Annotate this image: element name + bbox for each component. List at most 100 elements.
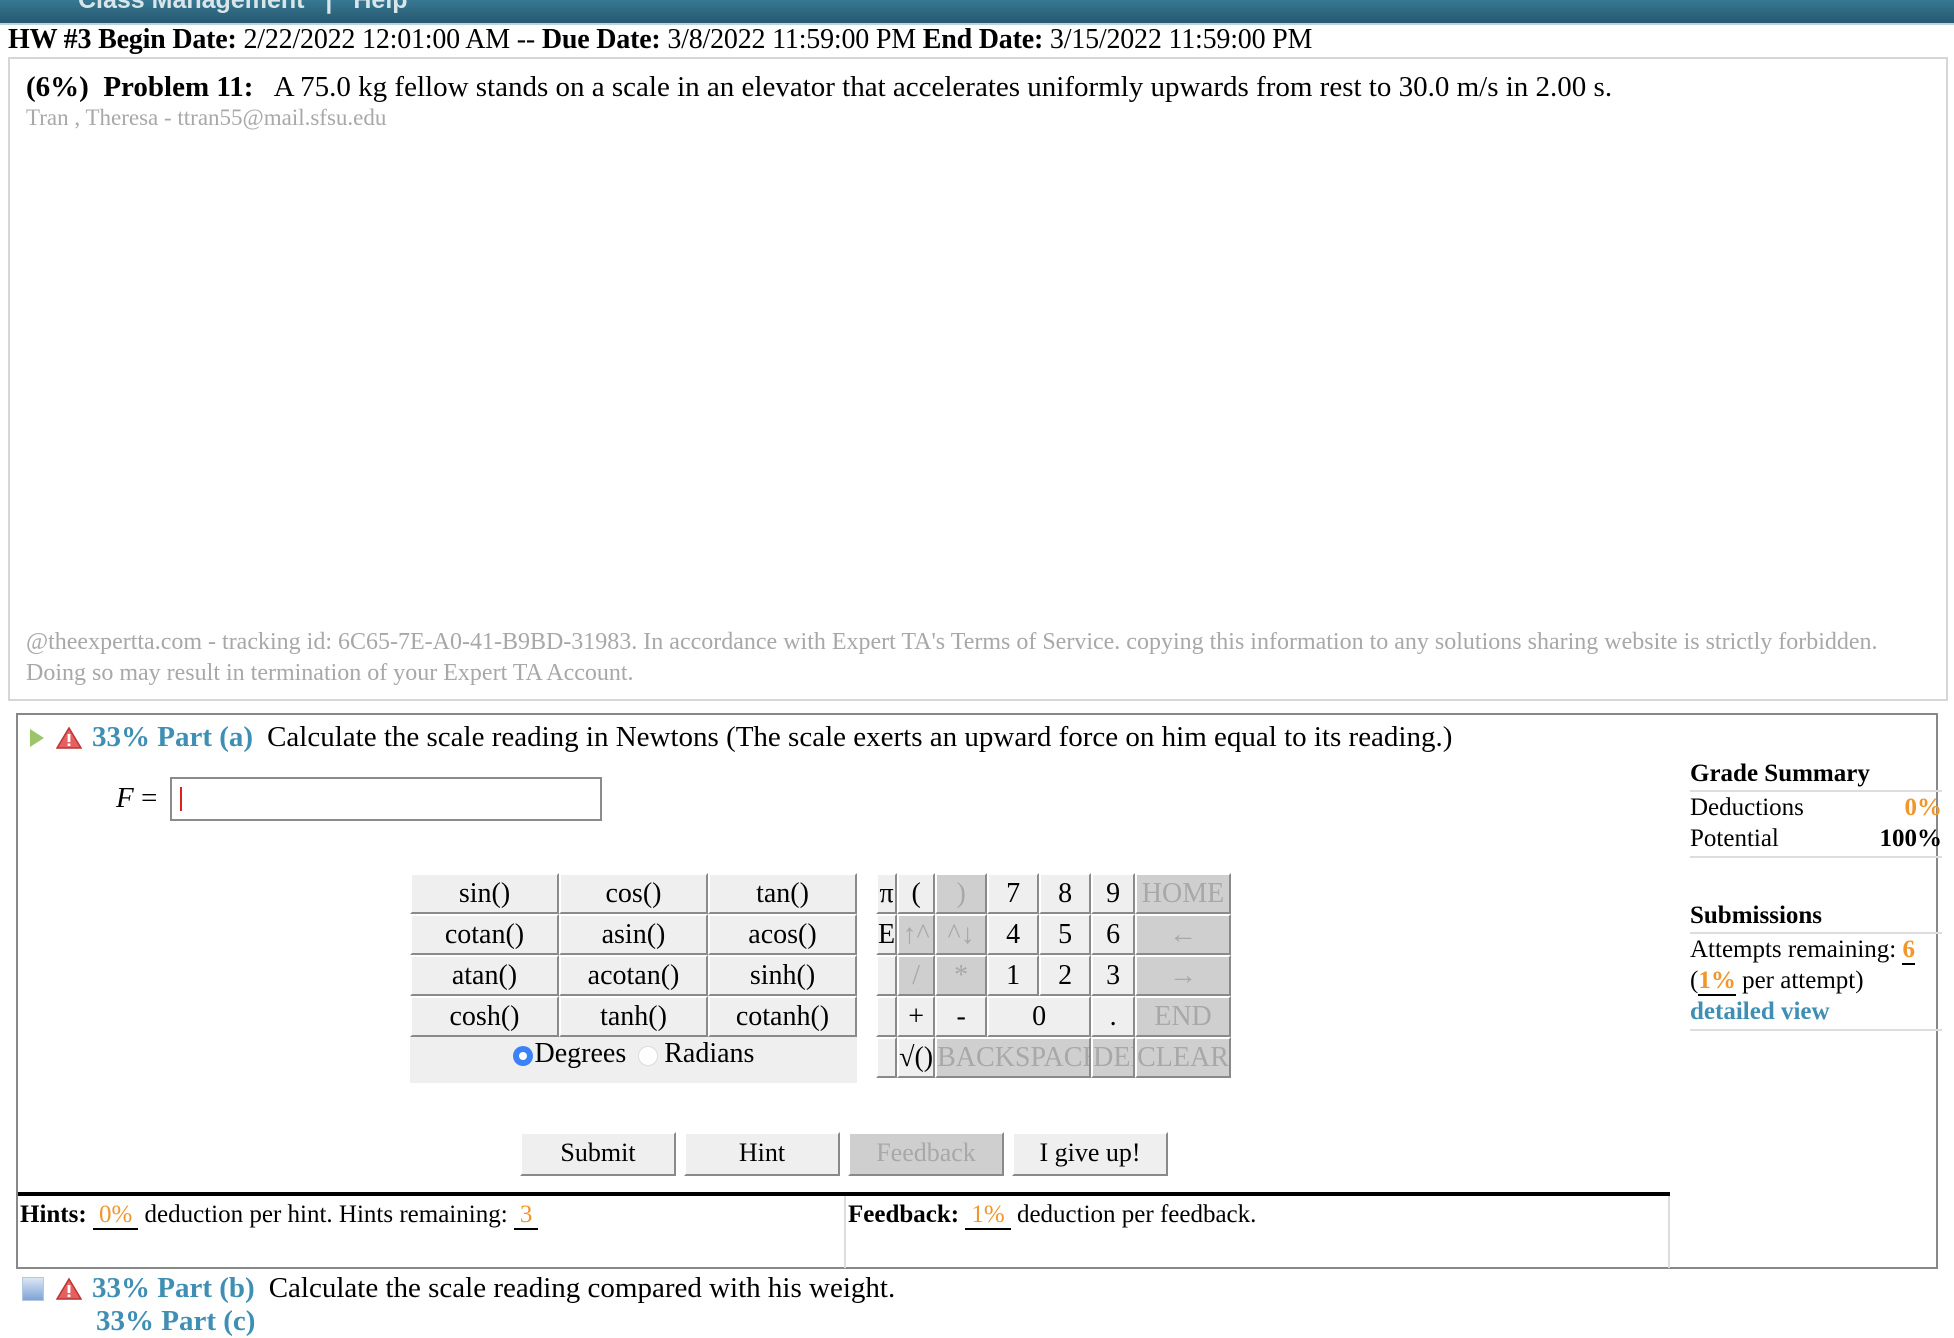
key-pi[interactable]: π <box>876 873 898 914</box>
hints-remaining: 3 <box>513 1201 539 1230</box>
key-e[interactable]: E <box>876 914 898 955</box>
attempts-value: 6 <box>1902 936 1915 965</box>
angle-mode: Degrees Radians <box>410 1037 857 1083</box>
part-b-percent[interactable]: 33% Part (b) <box>92 1272 255 1305</box>
feedback-deduction: 1% <box>965 1201 1011 1230</box>
key-sqrt[interactable]: √() <box>897 1037 936 1078</box>
degrees-radio[interactable] <box>512 1045 533 1066</box>
potential-label: Potential <box>1690 825 1779 852</box>
detailed-view-link[interactable]: detailed view <box>1690 998 1830 1025</box>
due-label: Due Date: <box>541 24 661 55</box>
expand-arrow-icon[interactable] <box>30 728 44 747</box>
answer-variable: F = <box>116 782 157 815</box>
part-b-header: 33% Part (b) Calculate the scale reading… <box>22 1272 895 1305</box>
collapsed-part-icon[interactable] <box>22 1276 44 1301</box>
text-caret <box>180 787 182 811</box>
key-blank <box>876 955 898 996</box>
hw-label: HW #3 <box>8 24 92 55</box>
part-a-question: Calculate the scale reading in Newtons (… <box>267 721 1453 753</box>
key-atan[interactable]: atan() <box>410 955 559 996</box>
info-separator <box>844 1196 846 1268</box>
key-tan[interactable]: tan() <box>708 873 857 914</box>
problem-box: (6%) Problem 11: A 75.0 kg fellow stands… <box>8 57 1948 701</box>
grade-summary-title: Grade Summary <box>1690 760 1942 792</box>
key-divide[interactable]: / <box>897 955 936 996</box>
part-a-box: 33% Part (a) Calculate the scale reading… <box>16 713 1942 1269</box>
part-a-percent[interactable]: 33% Part (a) <box>92 721 253 754</box>
end-label: End Date: <box>922 24 1044 55</box>
key-right-paren[interactable]: ) <box>935 873 988 914</box>
key-6[interactable]: 6 <box>1091 914 1136 955</box>
key-sinh[interactable]: sinh() <box>708 955 857 996</box>
key-cursor-left[interactable]: ← <box>1135 914 1231 955</box>
hints-info: Hints: 0% deduction per hint. Hints rema… <box>20 1201 539 1230</box>
degrees-label: Degrees <box>534 1038 627 1069</box>
nav-help[interactable]: Help <box>353 0 407 14</box>
numeric-keys: π ( ) 7 8 9 HOME E ↑^ ^↓ 4 5 6 ← / * 1 2… <box>876 873 1231 1078</box>
hints-text: deduction per hint. Hints remaining: <box>144 1201 508 1228</box>
submissions-title: Submissions <box>1690 902 1942 934</box>
warning-icon <box>56 726 82 749</box>
problem-label: Problem 11: <box>103 71 254 103</box>
key-asin[interactable]: asin() <box>559 914 708 955</box>
warning-icon <box>56 1277 82 1300</box>
answer-input[interactable] <box>170 777 602 821</box>
feedback-button[interactable]: Feedback <box>848 1132 1004 1176</box>
key-2[interactable]: 2 <box>1039 955 1092 996</box>
key-5[interactable]: 5 <box>1039 914 1092 955</box>
key-cosh[interactable]: cosh() <box>410 996 559 1037</box>
key-1[interactable]: 1 <box>987 955 1040 996</box>
nav-class-management[interactable]: Class Management <box>78 0 304 14</box>
key-3[interactable]: 3 <box>1091 955 1136 996</box>
per-attempt-value: 1% <box>1698 967 1736 996</box>
key-cursor-right[interactable]: → <box>1135 955 1231 996</box>
deductions-row: Deductions 0% <box>1690 792 1942 823</box>
key-clear[interactable]: CLEAR <box>1135 1037 1231 1078</box>
per-attempt-row: (1% per attempt) <box>1690 967 1864 996</box>
key-decimal[interactable]: . <box>1091 996 1136 1037</box>
part-c-header-partial[interactable]: 33% Part (c) <box>96 1305 255 1338</box>
key-minus[interactable]: - <box>935 996 988 1037</box>
key-0[interactable]: 0 <box>987 996 1092 1037</box>
key-cotan[interactable]: cotan() <box>410 914 559 955</box>
submit-button[interactable]: Submit <box>520 1132 676 1176</box>
radians-radio[interactable] <box>638 1045 659 1066</box>
key-cos[interactable]: cos() <box>559 873 708 914</box>
submissions-info: Attempts remaining: 6 (1% per attempt) d… <box>1690 934 1942 1031</box>
delete-label: DEL <box>1093 1041 1133 1073</box>
give-up-button[interactable]: I give up! <box>1012 1132 1168 1176</box>
key-multiply[interactable]: * <box>935 955 988 996</box>
deductions-label: Deductions <box>1690 794 1804 821</box>
key-9[interactable]: 9 <box>1091 873 1136 914</box>
key-8[interactable]: 8 <box>1039 873 1092 914</box>
key-superscript-down[interactable]: ^↓ <box>935 914 988 955</box>
key-tanh[interactable]: tanh() <box>559 996 708 1037</box>
key-7[interactable]: 7 <box>987 873 1040 914</box>
potential-value: 100% <box>1879 825 1943 852</box>
key-superscript-up[interactable]: ↑^ <box>897 914 936 955</box>
radians-label: Radians <box>664 1038 755 1069</box>
key-home[interactable]: HOME <box>1135 873 1231 914</box>
top-nav: Class Management | Help <box>78 0 422 15</box>
tracking-watermark: @theexpertta.com - tracking id: 6C65-7E-… <box>26 629 1878 686</box>
backspace-label: BACKSPACE <box>937 1041 1092 1073</box>
key-delete[interactable]: DEL <box>1091 1037 1136 1078</box>
key-left-paren[interactable]: ( <box>897 873 936 914</box>
key-sin[interactable]: sin() <box>410 873 559 914</box>
feedback-text: deduction per feedback. <box>1016 1201 1257 1228</box>
key-end[interactable]: END <box>1135 996 1231 1037</box>
key-blank <box>876 1037 898 1078</box>
key-blank <box>876 996 898 1037</box>
info-separator <box>1668 1196 1670 1268</box>
per-attempt-text: per attempt) <box>1742 967 1864 994</box>
date-separator: -- <box>516 24 536 55</box>
key-4[interactable]: 4 <box>987 914 1040 955</box>
key-cotanh[interactable]: cotanh() <box>708 996 857 1037</box>
hint-button[interactable]: Hint <box>684 1132 840 1176</box>
key-plus[interactable]: + <box>897 996 936 1037</box>
top-nav-bar: Class Management | Help <box>0 0 1954 25</box>
key-acos[interactable]: acos() <box>708 914 857 955</box>
key-acotan[interactable]: acotan() <box>559 955 708 996</box>
key-backspace[interactable]: BACKSPACE <box>935 1037 1092 1078</box>
due-value: 3/8/2022 11:59:00 PM <box>667 24 916 55</box>
